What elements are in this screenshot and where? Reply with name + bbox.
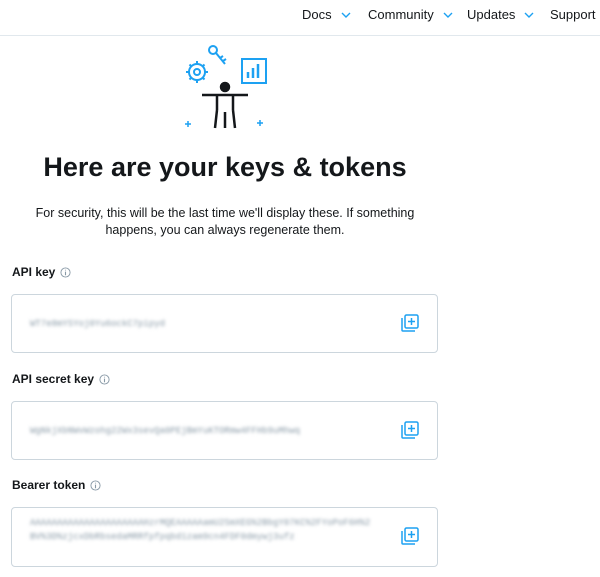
nav-updates-label: Updates [467, 7, 516, 22]
developer-keys-illustration [185, 45, 267, 129]
api-key-label-text: API key [12, 265, 56, 279]
api-secret-key-field: WgNkjXbNWvWzohg22Wx3sevQa0PEjBmYuKTORmw4… [11, 401, 438, 460]
person-icon [202, 81, 248, 129]
api-key-label: API key [12, 265, 71, 279]
bearer-token-value[interactable]: AAAAAAAAAAAAAAAAAAAAAHzrMQEAAAAAamU2SmXE… [30, 516, 375, 544]
gear-icon [186, 61, 208, 83]
key-icon [208, 45, 227, 65]
nav-docs[interactable]: Docs [302, 7, 351, 22]
nav-community-label: Community [368, 7, 434, 22]
bearer-token-label-text: Bearer token [12, 478, 86, 492]
page-subtitle: For security, this will be the last time… [35, 206, 415, 237]
api-secret-key-value[interactable]: WgNkjXbNWvWzohg22Wx3sevQa0PEjBmYuKTORmw4… [30, 424, 370, 438]
api-secret-key-label: API secret key [12, 372, 110, 386]
bearer-token-label: Bearer token [12, 478, 101, 492]
copy-icon[interactable] [401, 314, 419, 332]
nav-support[interactable]: Support [550, 7, 596, 22]
copy-icon[interactable] [401, 421, 419, 439]
nav-docs-label: Docs [302, 7, 332, 22]
chevron-down-icon [524, 12, 534, 18]
chart-icon [241, 58, 267, 84]
api-key-value[interactable]: WT7e8mYSYoj0Yu6ockC7pipyd [30, 317, 370, 331]
copy-icon[interactable] [401, 527, 419, 545]
chevron-down-icon [443, 12, 453, 18]
nav-updates[interactable]: Updates [467, 7, 534, 22]
top-navigation: Docs Community Updates Support [0, 0, 600, 36]
info-icon[interactable] [90, 479, 101, 491]
info-icon[interactable] [60, 266, 71, 278]
chevron-down-icon [341, 12, 351, 18]
info-icon[interactable] [99, 373, 110, 385]
nav-community[interactable]: Community [368, 7, 453, 22]
bearer-token-field: AAAAAAAAAAAAAAAAAAAAAHzrMQEAAAAAamU2SmXE… [11, 507, 438, 567]
page-title: Here are your keys & tokens [43, 152, 407, 182]
nav-support-label: Support [550, 7, 596, 22]
api-key-field: WT7e8mYSYoj0Yu6ockC7pipyd [11, 294, 438, 353]
api-secret-key-label-text: API secret key [12, 372, 95, 386]
